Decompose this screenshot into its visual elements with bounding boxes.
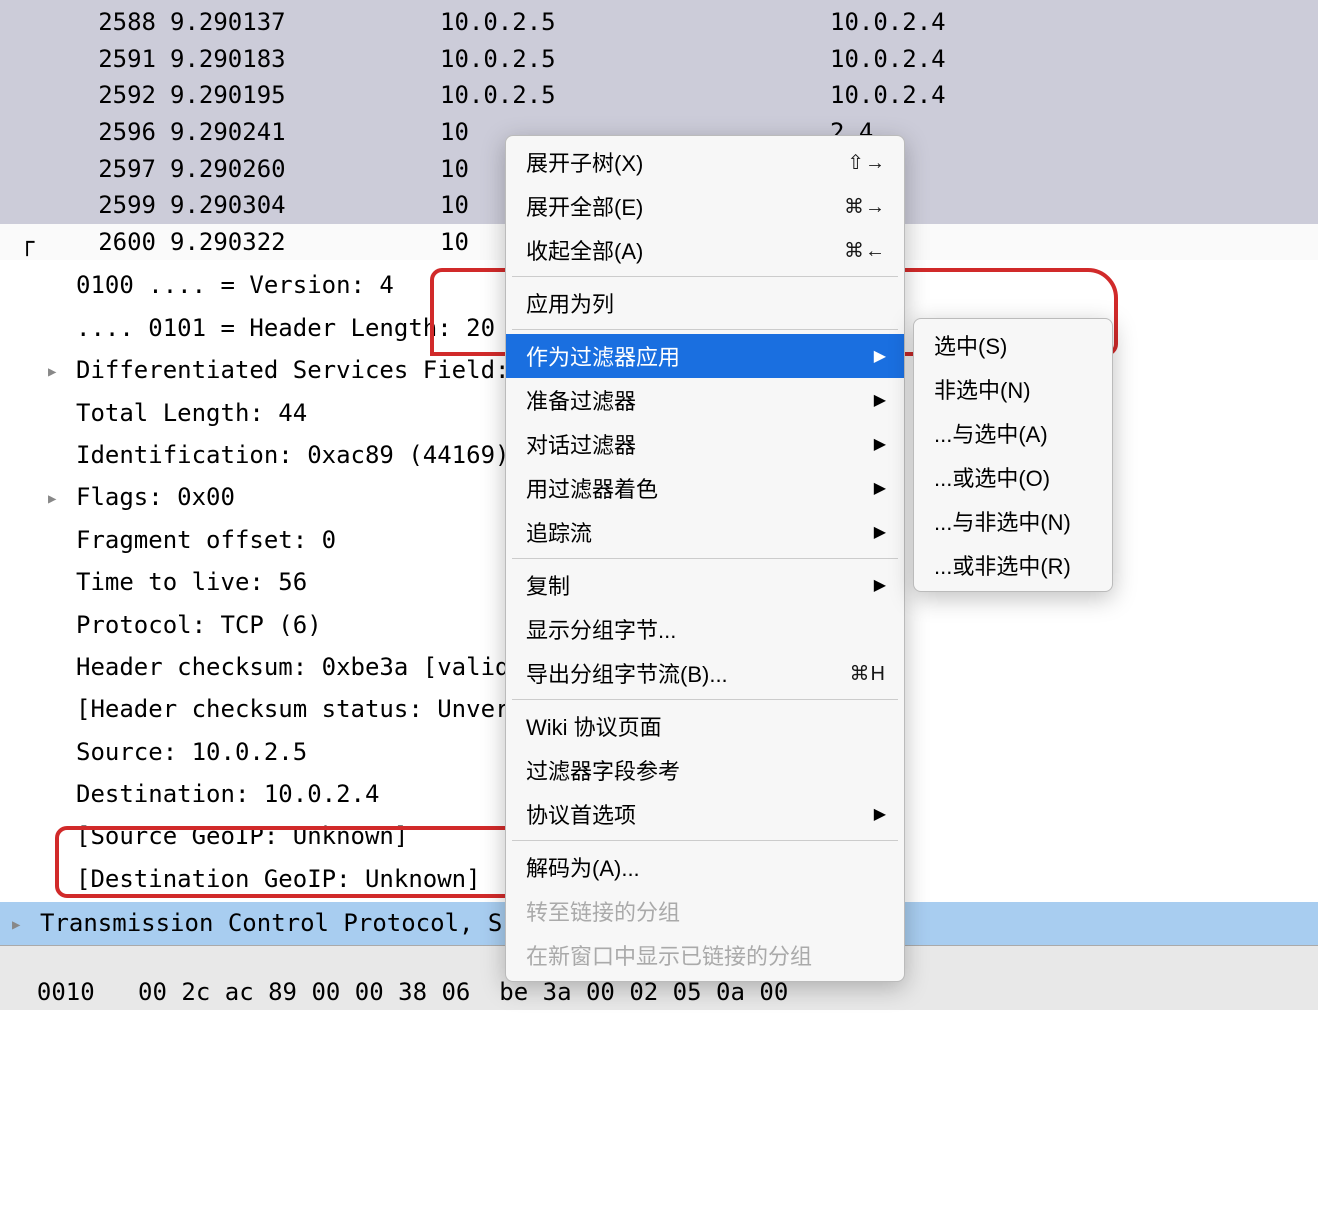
chevron-right-icon: ▶: [874, 390, 886, 410]
menu-label: Wiki 协议页面: [526, 710, 662, 742]
menu-shortcut: ⇧→: [847, 150, 886, 175]
chevron-right-icon: ▶: [874, 434, 886, 454]
menu-label: 非选中(N): [934, 373, 1031, 405]
menu-label: 选中(S): [934, 329, 1007, 361]
chevron-right-icon: ▶: [874, 575, 886, 595]
menu-label: 追踪流: [526, 516, 592, 548]
submenu-or-not-selected[interactable]: ...或非选中(R): [914, 543, 1112, 587]
menu-show-linked-packet-new-window: 在新窗口中显示已链接的分组: [506, 933, 904, 977]
packet-no: 2596: [0, 116, 170, 149]
packet-no: 2597: [0, 153, 170, 186]
menu-protocol-preferences[interactable]: 协议首选项 ▶: [506, 792, 904, 836]
submenu-selected[interactable]: 选中(S): [914, 323, 1112, 367]
packet-dst: 10.0.2.4: [830, 79, 1318, 112]
menu-label: 准备过滤器: [526, 384, 636, 416]
menu-separator: [512, 329, 898, 330]
menu-follow-stream[interactable]: 追踪流 ▶: [506, 510, 904, 554]
menu-label: ...与非选中(N): [934, 505, 1071, 537]
menu-apply-as-filter[interactable]: 作为过滤器应用 ▶: [506, 334, 904, 378]
menu-label: 对话过滤器: [526, 428, 636, 460]
submenu-and-not-selected[interactable]: ...与非选中(N): [914, 499, 1112, 543]
menu-shortcut: ⌘H: [850, 661, 886, 686]
menu-label: 复制: [526, 569, 570, 601]
menu-filter-field-reference[interactable]: 过滤器字段参考: [506, 748, 904, 792]
packet-time: 9.290183: [170, 43, 440, 76]
menu-show-packet-bytes[interactable]: 显示分组字节...: [506, 607, 904, 651]
chevron-right-icon: ▶: [874, 522, 886, 542]
context-menu[interactable]: 展开子树(X) ⇧→ 展开全部(E) ⌘→ 收起全部(A) ⌘← 应用为列 作为…: [505, 135, 905, 982]
menu-label: 导出分组字节流(B)...: [526, 657, 728, 689]
menu-separator: [512, 840, 898, 841]
menu-expand-all[interactable]: 展开全部(E) ⌘→: [506, 184, 904, 228]
menu-label: 在新窗口中显示已链接的分组: [526, 939, 812, 971]
packet-time: 9.290137: [170, 6, 440, 39]
menu-apply-as-column[interactable]: 应用为列: [506, 281, 904, 325]
menu-separator: [512, 699, 898, 700]
packet-no: 2588: [0, 6, 170, 39]
menu-shortcut: ⌘←: [844, 238, 886, 263]
packet-row[interactable]: 2592 9.290195 10.0.2.5 10.0.2.4: [0, 77, 1318, 114]
menu-wiki-protocol-page[interactable]: Wiki 协议页面: [506, 704, 904, 748]
packet-no: 2592: [0, 79, 170, 112]
packet-no: 2591: [0, 43, 170, 76]
menu-label: 解码为(A)...: [526, 851, 640, 883]
menu-label: ...或非选中(R): [934, 549, 1071, 581]
packet-src: 10.0.2.5: [440, 6, 830, 39]
chevron-right-icon: ▶: [874, 346, 886, 366]
menu-go-to-linked-packet: 转至链接的分组: [506, 889, 904, 933]
packet-row[interactable]: 2588 9.290137 10.0.2.5 10.0.2.4: [0, 4, 1318, 41]
menu-label: 协议首选项: [526, 798, 636, 830]
submenu-and-selected[interactable]: ...与选中(A): [914, 411, 1112, 455]
menu-label: 收起全部(A): [526, 234, 643, 266]
packet-time: 9.290260: [170, 153, 440, 186]
menu-label: 用过滤器着色: [526, 472, 658, 504]
menu-label: 过滤器字段参考: [526, 754, 680, 786]
packet-no: 2599: [0, 189, 170, 222]
menu-copy[interactable]: 复制 ▶: [506, 563, 904, 607]
context-submenu[interactable]: 选中(S) 非选中(N) ...与选中(A) ...或选中(O) ...与非选中…: [913, 318, 1113, 592]
packet-src: 10.0.2.5: [440, 43, 830, 76]
chevron-right-icon: ▶: [874, 478, 886, 498]
packet-row[interactable]: 2591 9.290183 10.0.2.5 10.0.2.4: [0, 41, 1318, 78]
packet-dst: 10.0.2.4: [830, 6, 1318, 39]
submenu-not-selected[interactable]: 非选中(N): [914, 367, 1112, 411]
menu-label: 展开子树(X): [526, 146, 643, 178]
packet-time: 9.290195: [170, 79, 440, 112]
menu-label: 作为过滤器应用: [526, 340, 680, 372]
menu-label: 显示分组字节...: [526, 613, 676, 645]
menu-colorize-with-filter[interactable]: 用过滤器着色 ▶: [506, 466, 904, 510]
menu-shortcut: ⌘→: [844, 194, 886, 219]
chevron-right-icon: ▶: [874, 804, 886, 824]
menu-export-packet-bytes[interactable]: 导出分组字节流(B)... ⌘H: [506, 651, 904, 695]
packet-time: 9.290304: [170, 189, 440, 222]
menu-label: 转至链接的分组: [526, 895, 680, 927]
packet-src: 10.0.2.5: [440, 79, 830, 112]
menu-separator: [512, 276, 898, 277]
menu-separator: [512, 558, 898, 559]
menu-label: ...或选中(O): [934, 461, 1050, 493]
submenu-or-selected[interactable]: ...或选中(O): [914, 455, 1112, 499]
packet-time: 9.290322: [170, 226, 440, 259]
packet-dst: 10.0.2.4: [830, 43, 1318, 76]
menu-label: 应用为列: [526, 287, 614, 319]
menu-conversation-filter[interactable]: 对话过滤器 ▶: [506, 422, 904, 466]
menu-collapse-all[interactable]: 收起全部(A) ⌘←: [506, 228, 904, 272]
menu-expand-subtree[interactable]: 展开子树(X) ⇧→: [506, 140, 904, 184]
menu-prepare-filter[interactable]: 准备过滤器 ▶: [506, 378, 904, 422]
menu-decode-as[interactable]: 解码为(A)...: [506, 845, 904, 889]
packet-time: 9.290241: [170, 116, 440, 149]
menu-label: ...与选中(A): [934, 417, 1048, 449]
menu-label: 展开全部(E): [526, 190, 643, 222]
